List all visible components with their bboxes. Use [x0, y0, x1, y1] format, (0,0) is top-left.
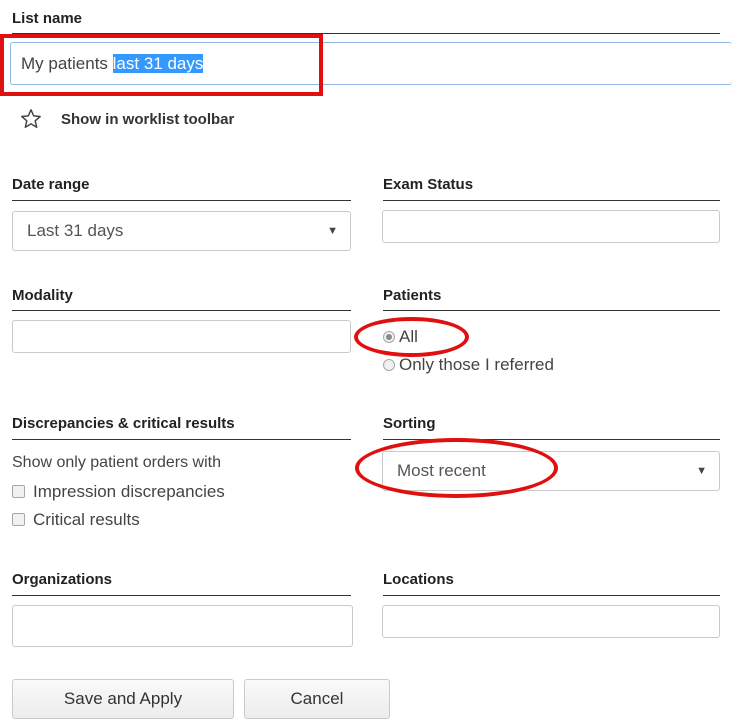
chevron-down-icon: ▼: [696, 465, 707, 477]
discrepancies-rule: [12, 439, 351, 440]
modality-input[interactable]: [12, 320, 351, 353]
date-range-select[interactable]: Last 31 days ▼: [12, 211, 351, 251]
locations-label: Locations: [383, 571, 454, 588]
checkbox-label-impression: Impression discrepancies: [33, 482, 225, 501]
organizations-input[interactable]: [12, 605, 353, 647]
radio-button-referred[interactable]: [383, 358, 395, 371]
date-range-rule: [12, 200, 351, 201]
exam-status-input[interactable]: [382, 210, 720, 243]
cancel-button[interactable]: Cancel: [244, 679, 390, 719]
radio-label-referred: Only those I referred: [399, 355, 554, 374]
checkbox-impression-discrepancies[interactable]: Impression discrepancies: [12, 482, 225, 502]
checkbox-label-critical: Critical results: [33, 510, 140, 529]
organizations-rule: [12, 595, 351, 596]
patients-label: Patients: [383, 287, 442, 304]
annotation-ellipse-all: [354, 317, 469, 357]
modality-rule: [12, 310, 351, 311]
exam-status-label: Exam Status: [383, 176, 474, 193]
show-in-toolbar-label[interactable]: Show in worklist toolbar: [61, 111, 234, 128]
date-range-label: Date range: [12, 176, 90, 193]
list-name-label: List name: [12, 10, 83, 27]
modality-label: Modality: [12, 287, 73, 304]
date-range-value: Last 31 days: [27, 221, 124, 240]
locations-rule: [383, 595, 720, 596]
checkbox-box-critical[interactable]: [12, 513, 25, 527]
patients-rule: [383, 310, 720, 311]
locations-input[interactable]: [382, 605, 720, 638]
discrepancies-label: Discrepancies & critical results: [12, 415, 235, 432]
checkbox-box-impression[interactable]: [12, 485, 25, 499]
organizations-label: Organizations: [12, 571, 113, 588]
checkbox-critical-results[interactable]: Critical results: [12, 510, 140, 530]
annotation-ellipse-sorting: [355, 438, 558, 498]
sorting-label: Sorting: [383, 415, 436, 432]
annotation-rect-list-name: [0, 34, 323, 96]
save-and-apply-button[interactable]: Save and Apply: [12, 679, 234, 719]
patients-radio-referred[interactable]: Only those I referred: [383, 355, 554, 375]
chevron-down-icon: ▼: [327, 225, 338, 237]
exam-status-rule: [383, 200, 720, 201]
discrepancies-intro: Show only patient orders with: [12, 454, 221, 471]
star-outline-icon[interactable]: [20, 108, 42, 130]
